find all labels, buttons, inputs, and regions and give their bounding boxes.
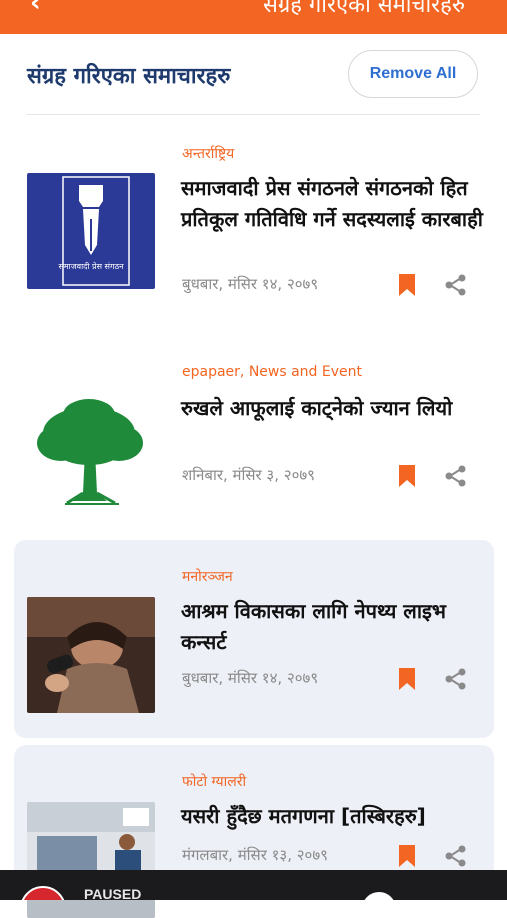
bookmark-icon[interactable]: [399, 845, 415, 867]
share-icon[interactable]: [445, 668, 467, 690]
play-button[interactable]: [362, 892, 396, 900]
share-icon[interactable]: [445, 465, 467, 487]
article-category[interactable]: मनोरञ्जन: [182, 567, 233, 586]
article-card[interactable]: epapaer, News and Event रुखले आफूलाई काट…: [14, 350, 494, 525]
article-card[interactable]: मनोरञ्जन आश्रम विकासका लागि नेपथ्य लाइभ …: [14, 540, 494, 738]
page-title: संग्रह गरिएका समाचारहरु: [27, 64, 231, 89]
page-header: संग्रह गरिएका समाचारहरु Remove All: [0, 34, 507, 116]
article-thumbnail: [27, 597, 155, 713]
share-icon[interactable]: [445, 845, 467, 867]
article-date: बुधबार, मंसिर १४, २०७९: [182, 275, 319, 293]
article-title[interactable]: समाजवादी प्रेस संगठनले संगठनको हित प्रति…: [181, 173, 486, 235]
remove-all-button[interactable]: Remove All: [348, 50, 478, 98]
article-date: बुधबार, मंसिर १४, २०७९: [182, 669, 319, 687]
back-arrow-icon[interactable]: ‹: [30, 0, 41, 16]
article-thumbnail: [27, 393, 155, 509]
article-category[interactable]: अन्तर्राष्ट्रिय: [182, 144, 234, 163]
media-player-bar[interactable]: PAUSED: [0, 870, 507, 900]
header-divider: [27, 114, 480, 115]
article-date: शनिबार, मंसिर ३, २०७९: [182, 466, 315, 484]
article-title[interactable]: आश्रम विकासका लागि नेपथ्य लाइभ कन्सर्ट: [181, 596, 486, 658]
article-category[interactable]: फोटो ग्यालरी: [182, 772, 246, 791]
bookmark-icon[interactable]: [399, 668, 415, 690]
app-bar-title: संग्रह गरिएका समाचारहरु: [262, 0, 465, 18]
article-thumbnail: समाजवादी प्रेस संगठन: [27, 173, 155, 289]
article-card[interactable]: समाजवादी प्रेस संगठन अन्तर्राष्ट्रिय समा…: [14, 130, 494, 330]
app-bar: ‹ संग्रह गरिएका समाचारहरु: [0, 0, 507, 34]
player-status: PAUSED: [84, 886, 142, 900]
article-card[interactable]: फोटो ग्यालरी यसरी हुँदैछ मतगणना [तस्बिरह…: [14, 745, 496, 918]
player-artwork: [20, 886, 66, 900]
article-title[interactable]: यसरी हुँदैछ मतगणना [तस्बिरहरु]: [181, 801, 496, 832]
bookmark-icon[interactable]: [399, 274, 415, 296]
article-title[interactable]: रुखले आफूलाई काट्नेको ज्यान लियो: [181, 393, 486, 424]
article-date: मंगलबार, मंसिर १३, २०७९: [182, 846, 328, 864]
article-category[interactable]: epapaer, News and Event: [182, 364, 362, 380]
bookmark-icon[interactable]: [399, 465, 415, 487]
article-thumbnail: [27, 802, 155, 918]
svg-text:समाजवादी प्रेस संगठन: समाजवादी प्रेस संगठन: [58, 261, 124, 271]
share-icon[interactable]: [445, 274, 467, 296]
